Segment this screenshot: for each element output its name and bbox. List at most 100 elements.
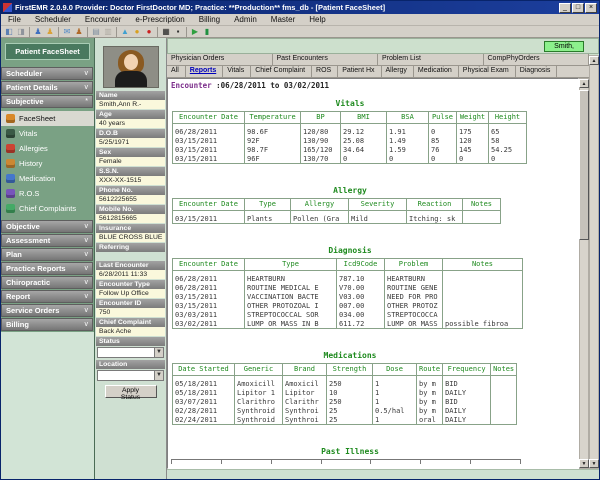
- menu-item-billing[interactable]: Billing: [192, 15, 227, 24]
- sidebar-item-history[interactable]: History: [1, 156, 94, 171]
- tab-allergy[interactable]: Allergy: [382, 66, 414, 77]
- patient-field-label-chief-complaint: Chief Complaint: [96, 318, 165, 327]
- table-cell: 98.7F: [244, 145, 301, 154]
- patient-search-icon[interactable]: ♟: [33, 27, 43, 37]
- scrollbar-thumb[interactable]: [579, 90, 589, 240]
- table-row: 03/02/2011 LUMP OR MASS IN B 611.72 LUMP OR…: [172, 319, 523, 329]
- tab-ros[interactable]: ROS: [312, 66, 339, 77]
- sidebar-item-label: FaceSheet: [19, 114, 56, 123]
- grid-icon[interactable]: ▦: [161, 27, 171, 37]
- scroll-up-icon[interactable]: ▲: [589, 56, 599, 65]
- table-cell: 1: [372, 415, 417, 425]
- table-cell: HEARTBURN: [384, 270, 443, 283]
- status-icon[interactable]: ▮: [202, 27, 212, 37]
- menu-item-admin[interactable]: Admin: [227, 15, 264, 24]
- exit-icon[interactable]: ◧: [4, 27, 14, 37]
- menu-item-help[interactable]: Help: [302, 15, 332, 24]
- table-row: 03/03/2011 STREPTOCOCCAL SOR 034.00 STREPTO…: [172, 310, 523, 319]
- sidebar-section-assessment[interactable]: Assessment v: [1, 234, 93, 247]
- sidebar-item-facesheet[interactable]: FaceSheet: [1, 111, 94, 126]
- play-icon[interactable]: ▶: [190, 27, 200, 37]
- patient-facesheet-button[interactable]: Patient FaceSheet: [5, 43, 90, 60]
- menu-item-master[interactable]: Master: [264, 15, 302, 24]
- record-icon[interactable]: ●: [144, 27, 154, 37]
- chevron-down-icon: v: [84, 70, 89, 77]
- patient-add-icon[interactable]: ♟: [45, 27, 55, 37]
- tab-patient-hx[interactable]: Patient Hx: [338, 66, 382, 77]
- sidebar-filler: [1, 332, 94, 479]
- status-select[interactable]: ▼: [97, 347, 164, 358]
- sidebar-item-label: History: [19, 159, 43, 168]
- menu-item-e-prescription[interactable]: e-Prescription: [128, 15, 191, 24]
- sidebar-section-patient-details[interactable]: Patient Details v: [1, 81, 93, 94]
- logout-icon[interactable]: ◨: [16, 27, 26, 37]
- chevron-down-icon[interactable]: ▼: [154, 371, 163, 380]
- scroll-down-icon[interactable]: ▼: [579, 459, 589, 468]
- apply-status-button[interactable]: Apply Status: [104, 385, 157, 401]
- sidebar-item-label: Chief Complaints: [19, 204, 77, 213]
- menu-item-file[interactable]: File: [1, 15, 28, 24]
- sidebar-item-allergies[interactable]: Allergies: [1, 141, 94, 156]
- sidebar-section-report[interactable]: Report v: [1, 290, 93, 303]
- sidebar-item-vitals[interactable]: Vitals: [1, 126, 94, 141]
- tab-medication[interactable]: Medication: [414, 66, 459, 77]
- table-cell: Amoxicill: [234, 375, 283, 388]
- inner-scrollbar[interactable]: ▲ ▼: [579, 78, 589, 469]
- table-row: 03/07/2011 Clarithro Clarithr 250 1 by m BID: [172, 397, 518, 406]
- table-cell: OTHER PROTOZ: [384, 301, 443, 310]
- stop-icon[interactable]: ▪: [173, 27, 183, 37]
- clock-icon[interactable]: ●: [132, 27, 142, 37]
- users-icon[interactable]: ♟: [74, 27, 84, 37]
- tab-problem-list[interactable]: Problem List: [378, 54, 484, 65]
- table-cell: BID: [442, 397, 492, 406]
- column-header: Date Started: [172, 363, 235, 376]
- tab-physician-orders[interactable]: Physician Orders: [167, 54, 273, 65]
- sidebar-section-plan[interactable]: Plan v: [1, 248, 93, 261]
- table-cell: [490, 397, 518, 406]
- sidebar-item-chief-complaints[interactable]: Chief Complaints: [1, 201, 94, 216]
- table-cell: 120: [456, 136, 489, 145]
- sidebar-section-service-orders[interactable]: Service Orders v: [1, 304, 93, 317]
- sidebar-section-practice-reports[interactable]: Practice Reports v: [1, 262, 93, 275]
- patient-tag[interactable]: Smith,: [544, 40, 584, 52]
- outer-scrollbar[interactable]: ▲ ▼: [589, 55, 599, 469]
- table-cell: VACCINATION BACTE: [244, 292, 337, 301]
- sync-icon[interactable]: ▲: [120, 27, 130, 37]
- sidebar-section-objective[interactable]: Objective v: [1, 220, 93, 233]
- reports-icon[interactable]: ▤: [91, 27, 101, 37]
- tab-chief-complaint[interactable]: Chief Complaint: [251, 66, 313, 77]
- chevron-down-icon[interactable]: ▼: [154, 348, 163, 357]
- menu-item-scheduler[interactable]: Scheduler: [28, 15, 78, 24]
- menu-item-encounter[interactable]: Encounter: [78, 15, 128, 24]
- tab-diagnosis[interactable]: Diagnosis: [516, 66, 558, 77]
- scroll-up-icon[interactable]: ▲: [579, 79, 589, 88]
- table-cell: 1.49: [386, 136, 429, 145]
- tab-physical-exam[interactable]: Physical Exam: [459, 66, 516, 77]
- restore-icon[interactable]: □: [572, 2, 584, 13]
- table-cell: ROUTINE MEDICAL E: [244, 283, 337, 292]
- tab-compphyorders[interactable]: CompPhyOrders: [484, 54, 589, 65]
- location-select[interactable]: ▼: [97, 370, 164, 381]
- table-cell: 1.59: [386, 145, 429, 154]
- sidebar-section-label: Subjective: [6, 97, 44, 106]
- mail-icon[interactable]: ✉: [62, 27, 72, 37]
- minimize-icon[interactable]: _: [559, 2, 571, 13]
- tab-vitals[interactable]: Vitals: [223, 66, 252, 77]
- sidebar-section-scheduler[interactable]: Scheduler v: [1, 67, 93, 80]
- table-cell: by m: [415, 375, 444, 388]
- tab-reports[interactable]: Reports: [186, 66, 224, 77]
- sidebar-item-r-o-s[interactable]: R.O.S: [1, 186, 94, 201]
- sidebar-section-billing[interactable]: Billing v: [1, 318, 93, 331]
- table-cell: 03/03/2011: [172, 310, 245, 319]
- tab-past-encounters[interactable]: Past Encounters: [273, 54, 378, 65]
- medication-icon: [6, 174, 15, 183]
- table-cell: 130/90: [300, 136, 341, 145]
- sidebar-item-medication[interactable]: Medication: [1, 171, 94, 186]
- sidebar-section-chiropractic[interactable]: Chiropractic v: [1, 276, 93, 289]
- close-icon[interactable]: ×: [585, 2, 597, 13]
- scroll-down-icon[interactable]: ▼: [589, 459, 599, 468]
- copy-icon[interactable]: ▥: [103, 27, 113, 37]
- sidebar-section-subjective[interactable]: Subjective *: [1, 95, 93, 108]
- tab-all[interactable]: All: [167, 66, 186, 77]
- chevron-down-icon: v: [84, 265, 89, 272]
